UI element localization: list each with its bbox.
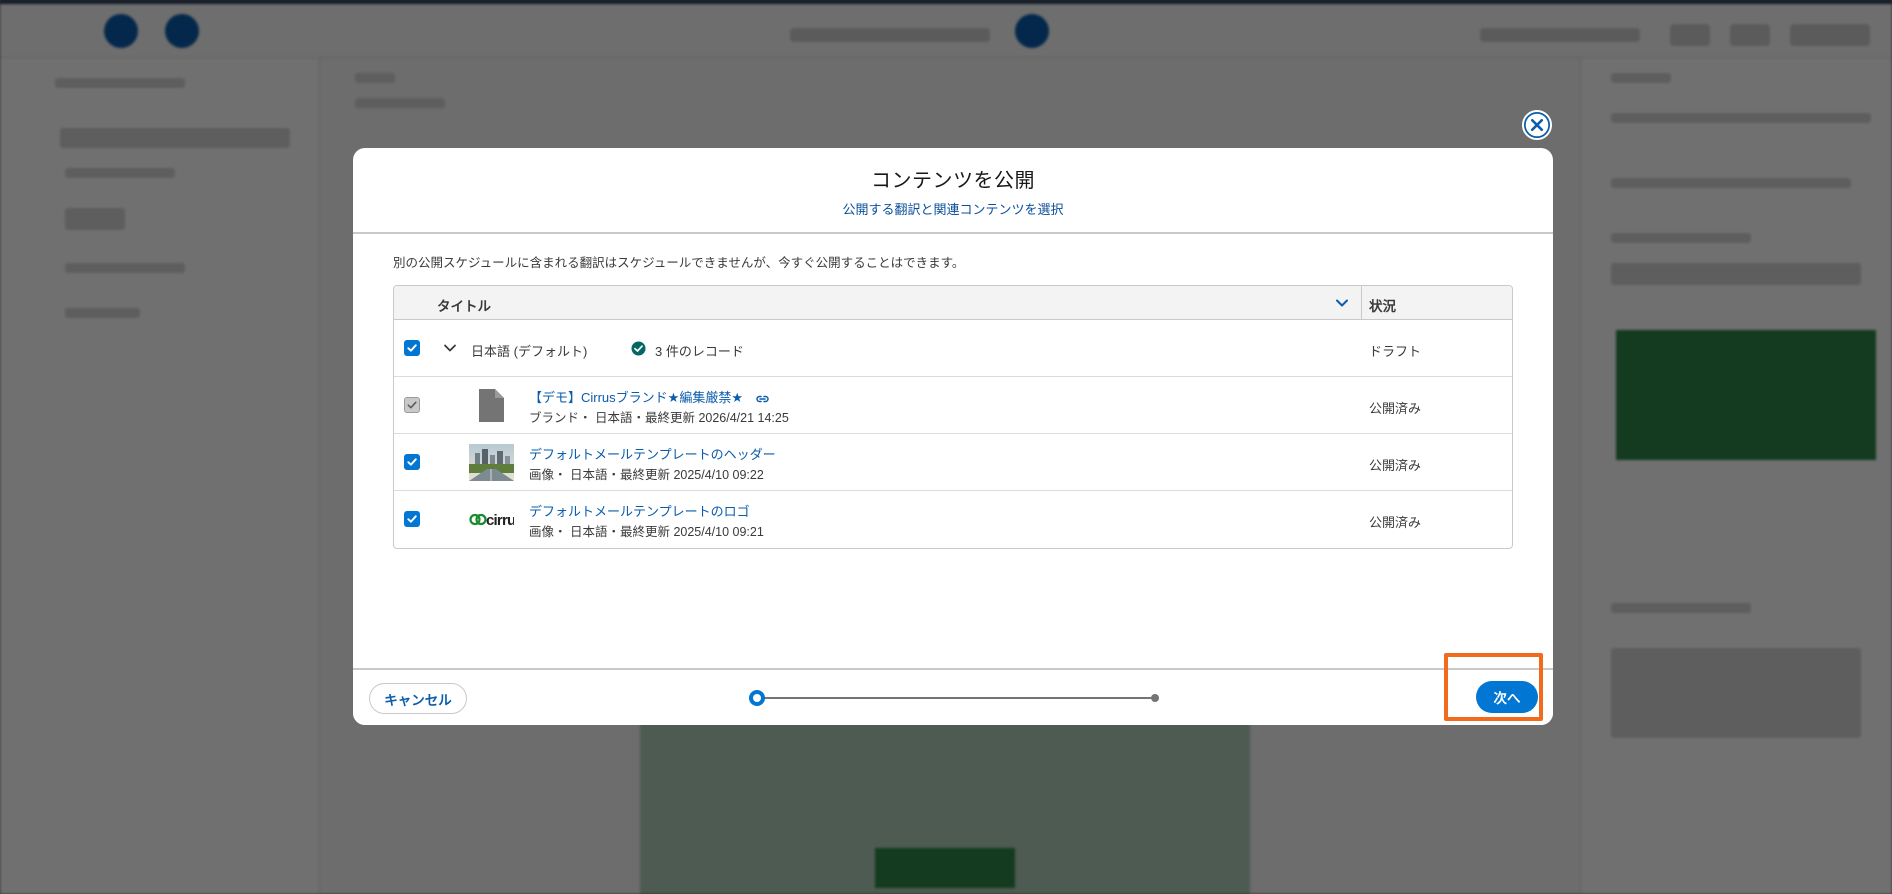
link-icon xyxy=(756,395,769,402)
check-icon xyxy=(407,458,417,466)
close-icon xyxy=(1524,112,1550,138)
progress-step-1[interactable] xyxy=(749,690,765,706)
content-title[interactable]: デフォルトメールテンプレートのヘッダー xyxy=(529,444,776,463)
close-button[interactable] xyxy=(1522,110,1552,140)
chevron-down-icon[interactable] xyxy=(1333,294,1351,312)
chevron-down-icon[interactable] xyxy=(442,340,458,356)
row-checkbox[interactable] xyxy=(404,511,420,527)
status-label: 公開済み xyxy=(1369,458,1422,473)
record-count: 3 件のレコード xyxy=(655,344,744,359)
group-label: 日本語 (デフォルト) xyxy=(471,344,588,359)
content-title-link[interactable]: 【デモ】Cirrusブランド★編集厳禁★ xyxy=(529,387,770,406)
cancel-button[interactable]: キャンセル xyxy=(369,683,467,714)
check-icon xyxy=(407,344,417,352)
progress-step-dot xyxy=(753,694,761,702)
progress-track xyxy=(757,697,1151,699)
content-meta: ブランド・ 日本語・最終更新 2026/4/21 14:25 xyxy=(529,411,789,425)
cirrus-logo-thumbnail: cirrus xyxy=(469,512,514,529)
next-button[interactable]: 次へ xyxy=(1476,681,1538,713)
table-row: デフォルトメールテンプレートのヘッダー 画像・ 日本語・最終更新 2025/4/… xyxy=(394,434,1512,491)
city-image-thumbnail xyxy=(469,444,514,481)
table-row: 【デモ】Cirrusブランド★編集厳禁★ ブランド・ 日本語・最終更新 2026… xyxy=(394,377,1512,434)
modal-footer: キャンセル xyxy=(353,668,1553,725)
check-icon xyxy=(407,515,417,523)
progress-step-2[interactable] xyxy=(1151,694,1159,702)
modal-header: コンテンツを公開 公開する翻訳と関連コンテンツを選択 xyxy=(353,148,1553,234)
content-meta: 画像・ 日本語・最終更新 2025/4/10 09:21 xyxy=(529,525,764,539)
logo-text: cirrus xyxy=(486,512,514,529)
content-meta: 画像・ 日本語・最終更新 2025/4/10 09:22 xyxy=(529,468,764,482)
column-divider[interactable] xyxy=(1361,286,1362,320)
group-checkbox[interactable] xyxy=(404,340,420,356)
modal-subtitle: 公開する翻訳と関連コンテンツを選択 xyxy=(842,202,1064,217)
content-table: タイトル 状況 日本語 (デフォルト) 3 件のレコード ドラフト 【デモ】Ci… xyxy=(393,285,1513,549)
modal-body: 別の公開スケジュールに含まれる翻訳はスケジュールできませんが、今すぐ公開すること… xyxy=(353,234,1553,623)
table-header: タイトル 状況 xyxy=(394,286,1512,320)
check-icon xyxy=(407,401,417,409)
publish-content-modal: コンテンツを公開 公開する翻訳と関連コンテンツを選択 別の公開スケジュールに含ま… xyxy=(353,148,1553,725)
step-progress xyxy=(749,690,1159,706)
status-label: ドラフト xyxy=(1369,344,1422,359)
modal-title: コンテンツを公開 xyxy=(871,170,1035,192)
content-title[interactable]: 【デモ】Cirrusブランド★編集厳禁★ xyxy=(529,390,743,405)
schedule-notice: 別の公開スケジュールに含まれる翻訳はスケジュールできませんが、今すぐ公開すること… xyxy=(393,256,965,270)
status-label: 公開済み xyxy=(1369,401,1422,416)
row-checkbox[interactable] xyxy=(404,454,420,470)
status-label: 公開済み xyxy=(1369,515,1422,530)
success-check-icon xyxy=(631,341,646,356)
column-header-title[interactable]: タイトル xyxy=(437,295,491,315)
table-row: cirrus デフォルトメールテンプレートのロゴ 画像・ 日本語・最終更新 20… xyxy=(394,491,1512,548)
row-checkbox[interactable] xyxy=(404,397,420,413)
column-header-status[interactable]: 状況 xyxy=(1369,295,1396,315)
table-row-group: 日本語 (デフォルト) 3 件のレコード ドラフト xyxy=(394,320,1512,377)
content-title[interactable]: デフォルトメールテンプレートのロゴ xyxy=(529,501,750,520)
document-icon xyxy=(479,389,504,422)
